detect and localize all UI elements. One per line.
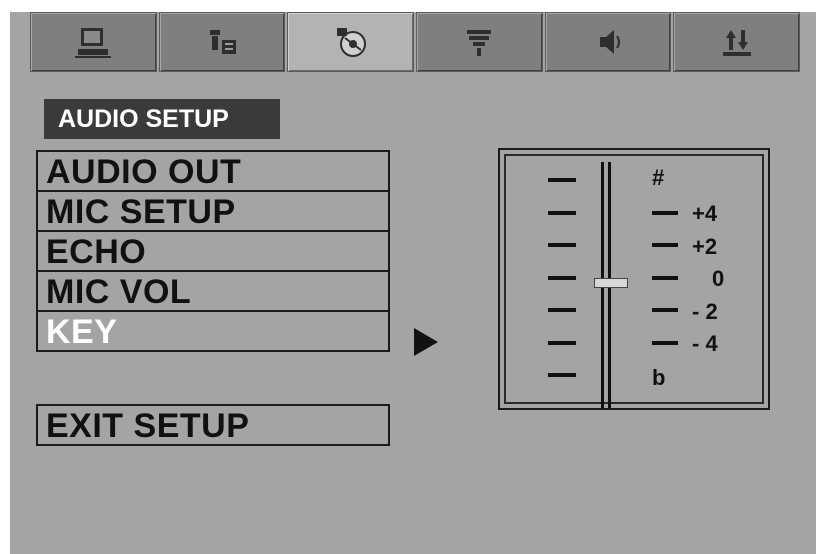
tab-video-setup[interactable] <box>416 12 543 72</box>
level-label-zero: 0 <box>712 266 725 291</box>
sharp-label: # <box>652 165 665 190</box>
key-adjust-panel: # +4 +2 0 - 2 - 4 b <box>498 148 770 410</box>
page-title: AUDIO SETUP <box>44 99 280 139</box>
language-setup-icon <box>210 30 236 54</box>
audio-setup-menu: AUDIO OUT MIC SETUP ECHO MIC VOL KEY <box>36 150 390 352</box>
submenu-arrow-icon <box>414 328 438 356</box>
menu-item-audio-out[interactable]: AUDIO OUT <box>36 150 390 192</box>
level-label-plus2: +2 <box>692 234 718 259</box>
scale-tick <box>652 308 678 312</box>
exit-setup-button[interactable]: EXIT SETUP <box>36 404 390 446</box>
scale-tick <box>652 211 678 215</box>
scale-tick <box>652 243 678 247</box>
tab-audio-setup[interactable] <box>287 12 415 72</box>
level-label-minus4: - 4 <box>692 331 718 356</box>
key-panel-frame: # +4 +2 0 - 2 - 4 b <box>504 154 764 408</box>
key-slider-knob[interactable] <box>594 278 628 288</box>
scale-tick <box>548 211 576 215</box>
scale-tick <box>548 373 576 377</box>
flat-label: b <box>652 365 666 390</box>
menu-item-echo[interactable]: ECHO <box>36 230 390 272</box>
menu-item-mic-vol[interactable]: MIC VOL <box>36 270 390 312</box>
general-setup-icon <box>75 28 112 58</box>
setup-tab-bar <box>30 12 801 72</box>
tab-general-setup[interactable] <box>30 12 157 72</box>
scale-tick <box>548 243 576 247</box>
level-label-plus4: +4 <box>692 201 718 226</box>
tab-preference-setup[interactable] <box>673 12 801 72</box>
scale-tick <box>548 178 576 182</box>
scale-tick <box>652 276 678 280</box>
preference-icon <box>722 30 751 56</box>
level-label-minus2: - 2 <box>692 299 718 324</box>
scale-tick <box>548 276 576 280</box>
scale-tick <box>548 308 576 312</box>
tab-speaker-setup[interactable] <box>544 12 672 72</box>
video-setup-icon <box>467 30 492 56</box>
scale-tick <box>548 341 576 345</box>
scale-tick <box>652 341 678 345</box>
audio-disc-icon <box>336 28 366 57</box>
speaker-icon <box>600 30 621 54</box>
menu-item-key[interactable]: KEY <box>36 310 390 352</box>
tab-language-setup[interactable] <box>158 12 286 72</box>
menu-item-mic-setup[interactable]: MIC SETUP <box>36 190 390 232</box>
